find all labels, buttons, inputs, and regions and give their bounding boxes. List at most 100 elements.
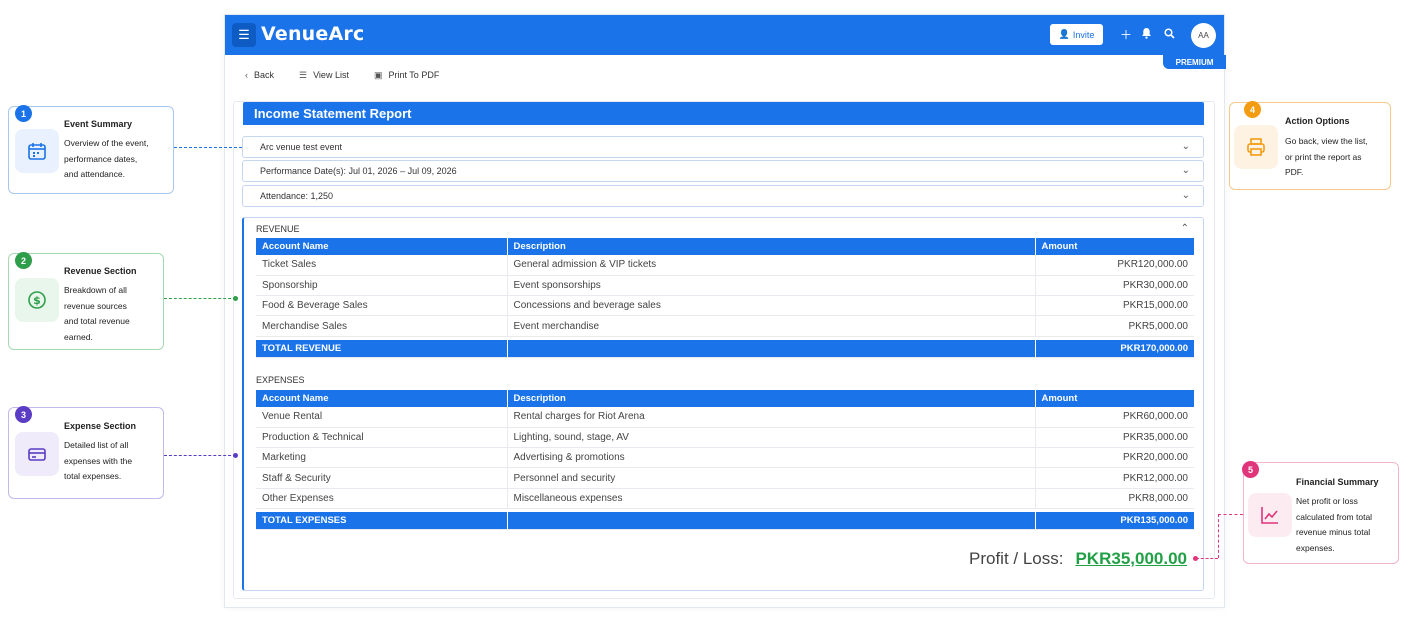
description-cell: Event merchandise [507,315,1036,337]
chevron-up-icon[interactable]: ⌃ [1181,223,1189,234]
performance-dates: Performance Date(s): Jul 01, 2026 – Jul … [260,166,457,176]
calendar-icon [15,129,59,173]
column-header: Account Name [256,390,508,407]
profit-loss-label: Profit / Loss: [968,549,1064,568]
table-row: Staff & Security Personnel and security … [256,467,1194,489]
report-title: Income Statement Report [243,102,1204,125]
callout-title: Event Summary [64,119,133,129]
description-cell: Miscellaneous expenses [507,488,1036,509]
total-expenses-row: TOTAL EXPENSES PKR135,000.00 [256,512,1194,530]
event-name: Arc venue test event [260,142,343,152]
description-cell: Personnel and security [507,467,1036,489]
connector-line [164,298,236,299]
search-icon[interactable] [1164,27,1175,43]
event-name-accordion[interactable]: Arc venue test event ⌄ [242,136,1204,158]
save-icon: ▣ [373,69,383,80]
connector-line [164,455,236,456]
account-cell: Ticket Sales [256,255,508,276]
credit-card-icon [15,432,59,476]
chevron-left-icon: ‹ [245,70,248,80]
plus-icon[interactable]: ＋ [1120,27,1132,43]
attendance-accordion[interactable]: Attendance: 1,250 ⌄ [242,185,1204,207]
page: ☰ VenueArc 👤 Invite ＋ AA PREMIUM ‹ Back … [0,0,1402,618]
expenses-table: Account Name Description Amount Venue Re… [256,390,1194,530]
table-row: Ticket Sales General admission & VIP tic… [256,255,1194,276]
connector-dot [233,296,238,301]
description-cell: Event sponsorships [507,275,1036,297]
table-row: Sponsorship Event sponsorships PKR30,000… [256,275,1194,297]
hamburger-icon[interactable]: ☰ [232,23,256,47]
list-icon: ☰ [299,69,308,80]
svg-text:$: $ [33,294,41,307]
avatar[interactable]: AA [1191,23,1216,48]
chevron-down-icon: ⌄ [1181,141,1190,152]
total-amount: PKR170,000.00 [1035,340,1194,358]
callout-number: 3 [15,406,32,423]
amount-cell: PKR15,000.00 [1035,295,1194,317]
amount-cell: PKR8,000.00 [1035,488,1194,509]
connector-dot [233,453,238,458]
callout-revenue-section: 2 $ Revenue Section Breakdown of all reve… [8,252,164,350]
total-amount: PKR135,000.00 [1035,512,1194,530]
printer-icon [1234,125,1278,169]
account-cell: Sponsorship [256,275,508,297]
connector-line [1196,558,1218,559]
table-header-row: Account Name Description Amount [256,238,1194,255]
connector-line [1218,514,1243,515]
callout-title: Financial Summary [1296,477,1379,487]
callout-title: Revenue Section [64,266,137,276]
profit-loss-summary: Profit / Loss: PKR35,000.00 [969,549,1187,569]
column-header: Amount [1035,390,1194,407]
callout-title: Expense Section [64,421,137,431]
table-row: Merchandise Sales Event merchandise PKR5… [256,315,1194,337]
table-row: Other Expenses Miscellaneous expenses PK… [256,488,1194,509]
chevron-down-icon: ⌄ [1181,165,1190,176]
account-cell: Merchandise Sales [256,315,508,337]
account-cell: Venue Rental [256,407,508,428]
statement-panel: REVENUE ⌃ Account Name Description Amoun… [242,217,1204,591]
account-cell: Marketing [256,447,508,469]
table-row: Food & Beverage Sales Concessions and be… [256,295,1194,317]
callout-number: 2 [15,252,32,269]
callout-description: Breakdown of all revenue sources and total… [64,285,130,342]
add-user-icon: 👤 [1058,29,1070,39]
total-revenue-row: TOTAL REVENUE PKR170,000.00 [256,340,1194,358]
connector-line [1218,514,1219,558]
amount-cell: PKR30,000.00 [1035,275,1194,297]
column-header: Account Name [256,238,508,255]
callout-description: Overview of the event, performance dates,… [64,138,149,179]
invite-button[interactable]: 👤 Invite [1050,24,1103,45]
description-cell: General admission & VIP tickets [507,255,1036,276]
table-row: Marketing Advertising & promotions PKR20… [256,447,1194,469]
amount-cell: PKR120,000.00 [1035,255,1194,276]
invite-label: Invite [1072,29,1095,40]
app-window: ☰ VenueArc 👤 Invite ＋ AA PREMIUM ‹ Back … [224,14,1226,608]
performance-dates-accordion[interactable]: Performance Date(s): Jul 01, 2026 – Jul … [242,160,1204,182]
print-pdf-button[interactable]: ▣ Print To PDF [374,70,439,81]
premium-badge: PREMIUM [1163,55,1226,69]
amount-cell: PKR60,000.00 [1035,407,1194,428]
back-label: Back [254,70,275,80]
column-header: Description [507,390,1036,407]
dollar-circle-icon: $ [15,278,59,322]
table-header-row: Account Name Description Amount [256,390,1194,407]
callout-event-summary: 1 Event Summary Overview of the event, pe… [8,105,174,194]
account-cell: Production & Technical [256,427,508,449]
column-header: Amount [1035,238,1194,255]
profit-loss-value[interactable]: PKR35,000.00 [1075,549,1187,569]
callout-action-options: 4 Action Options Go back, view the list,… [1229,101,1391,190]
view-list-button[interactable]: ☰ View List [299,70,349,81]
description-cell: Rental charges for Riot Arena [507,407,1036,428]
app-logo: VenueArc [261,23,365,45]
expenses-section-label: EXPENSES [256,375,305,385]
callout-number: 4 [1244,101,1261,118]
bell-icon[interactable] [1141,27,1152,43]
attendance: Attendance: 1,250 [260,191,334,201]
chart-line-icon [1248,493,1292,537]
callout-number: 1 [15,105,32,122]
back-button[interactable]: ‹ Back [245,70,274,80]
description-cell: Lighting, sound, stage, AV [507,427,1036,449]
amount-cell: PKR20,000.00 [1035,447,1194,469]
account-cell: Food & Beverage Sales [256,295,508,317]
column-header: Description [507,238,1036,255]
